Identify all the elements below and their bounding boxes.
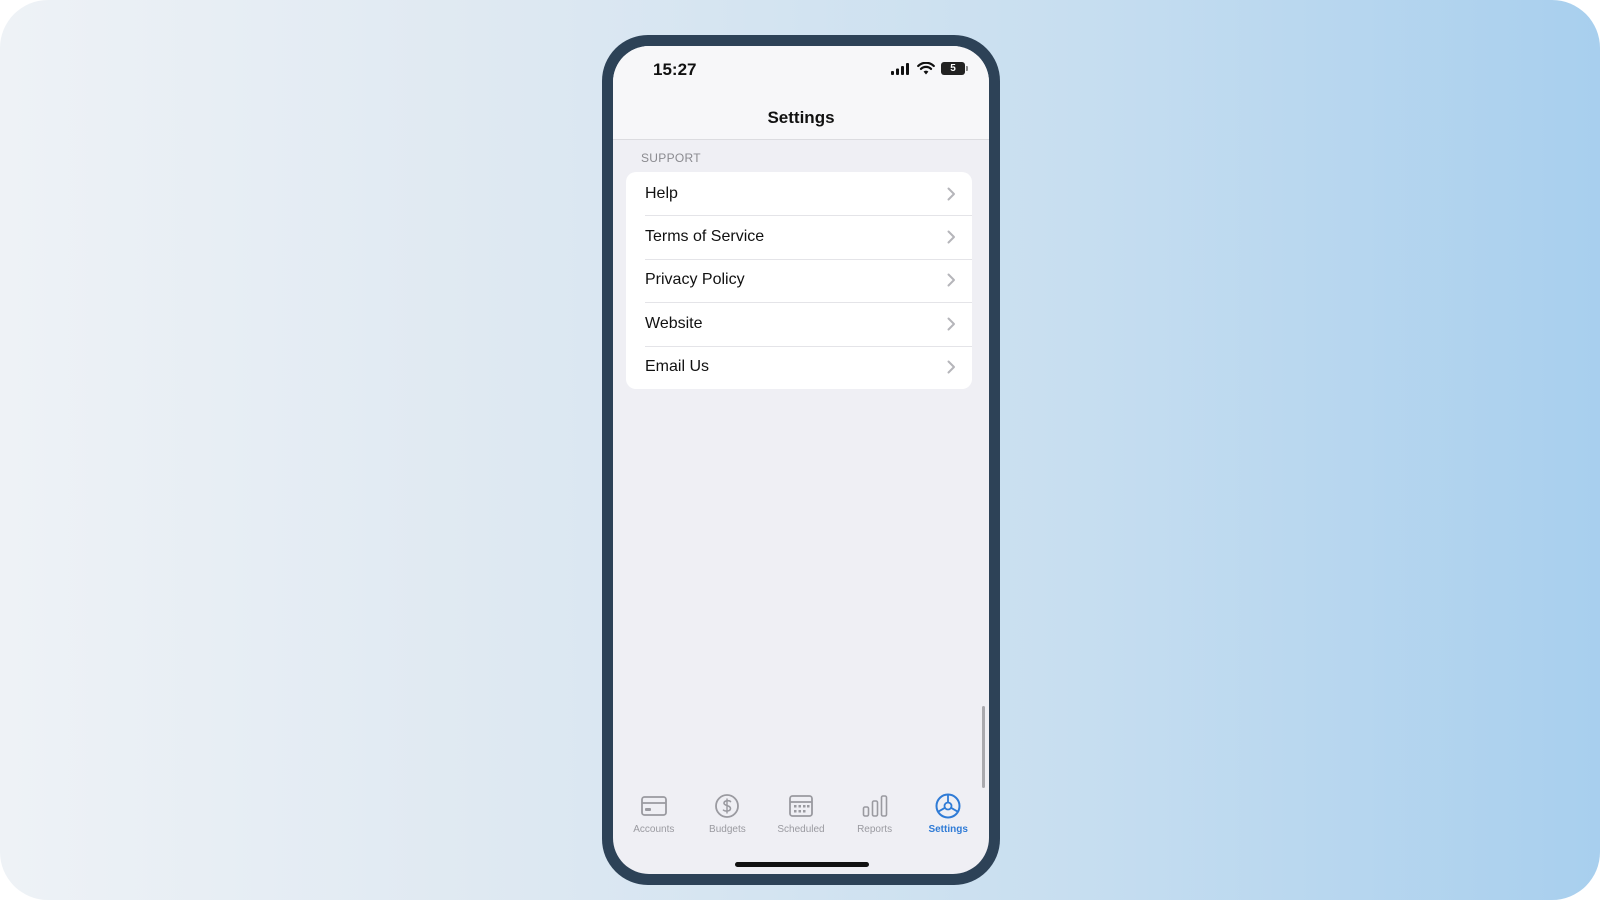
status-bar: 15:27 5 <box>613 46 989 96</box>
list-item-label: Website <box>645 314 703 332</box>
status-icons: 5 <box>891 62 968 75</box>
list-item-label: Email Us <box>645 358 710 376</box>
wifi-icon <box>917 62 935 75</box>
background: 15:27 5 Settings SUPPORT Help Terms of S… <box>0 0 1600 900</box>
chevron-right-icon <box>947 360 955 374</box>
dollar-circle-icon <box>715 794 740 818</box>
support-list: Help Terms of Service Privacy Policy Web… <box>626 172 972 389</box>
list-item-help[interactable]: Help <box>626 172 972 215</box>
tab-scheduled[interactable]: Scheduled <box>766 786 836 846</box>
navigation-bar: Settings <box>613 96 989 140</box>
tab-label: Reports <box>857 824 893 835</box>
phone-frame: 15:27 5 Settings SUPPORT Help Terms of S… <box>602 35 1000 885</box>
list-item-label: Privacy Policy <box>645 271 745 289</box>
cellular-signal-icon <box>891 62 909 75</box>
card-icon <box>640 796 667 816</box>
tab-label: Budgets <box>709 824 746 835</box>
tab-reports[interactable]: Reports <box>840 786 910 846</box>
battery-level: 5 <box>950 63 956 74</box>
battery-icon: 5 <box>941 62 968 75</box>
section-header-support: SUPPORT <box>641 151 701 165</box>
tab-bar: Accounts Budgets Scheduled Reports Setti… <box>613 786 989 846</box>
tab-label: Scheduled <box>777 824 825 835</box>
tab-settings[interactable]: Settings <box>913 786 983 846</box>
list-item-privacy-policy[interactable]: Privacy Policy <box>626 258 972 302</box>
chevron-right-icon <box>947 187 955 201</box>
bar-chart-icon <box>862 795 887 817</box>
chevron-right-icon <box>947 317 955 331</box>
calendar-icon <box>789 795 813 817</box>
chevron-right-icon <box>947 273 955 287</box>
list-item-terms-of-service[interactable]: Terms of Service <box>626 215 972 258</box>
tab-label: Accounts <box>633 824 675 835</box>
tab-label: Settings <box>928 824 968 835</box>
page-title: Settings <box>767 107 835 127</box>
tab-accounts[interactable]: Accounts <box>619 786 689 846</box>
list-item-website[interactable]: Website <box>626 302 972 345</box>
scroll-indicator[interactable] <box>982 706 985 788</box>
settings-icon <box>935 793 961 819</box>
chevron-right-icon <box>947 230 955 244</box>
phone-screen: 15:27 5 Settings SUPPORT Help Terms of S… <box>613 46 989 874</box>
status-time: 15:27 <box>653 60 697 79</box>
home-indicator[interactable] <box>735 862 869 867</box>
list-item-email-us[interactable]: Email Us <box>626 345 972 389</box>
list-item-label: Help <box>645 184 678 202</box>
tab-budgets[interactable]: Budgets <box>692 786 762 846</box>
list-item-label: Terms of Service <box>645 228 765 246</box>
